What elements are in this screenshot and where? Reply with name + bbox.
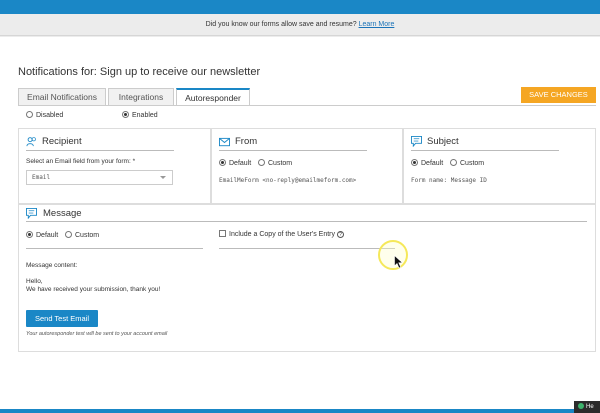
recipient-field-label: Select an Email field from your form: * [26,158,136,165]
notice-bar: Did you know our forms allow save and re… [0,14,600,36]
mouse-pointer-icon [394,255,404,269]
disabled-label: Disabled [36,112,64,119]
email-field-value: Email [32,174,51,181]
enabled-radio[interactable]: Enabled [122,111,158,119]
message-line-1: Hello, [26,278,43,285]
subject-custom-radio[interactable]: Custom [450,159,484,167]
message-custom-radio[interactable]: Custom [65,231,99,239]
tab-email-notifications[interactable]: Email Notifications [18,88,106,105]
from-custom-label: Custom [268,160,293,167]
message-custom-label: Custom [75,232,100,239]
radio-selected-icon [219,159,226,166]
subject-default-label: Default [421,160,444,167]
notifications-panel: Notifications for: Sign up to receive ou… [0,37,600,413]
message-line-2: We have received your submission, thank … [26,286,161,293]
users-icon [26,137,36,147]
status-dot-icon [578,403,584,409]
include-copy-label: Include a Copy of the User's Entry [229,231,335,238]
send-test-email-button[interactable]: Send Test Email [26,310,98,327]
recipient-underline [26,150,174,151]
recipient-title: Recipient [42,136,82,147]
subject-underline [411,150,559,151]
subject-title: Subject [427,136,459,147]
radio-selected-icon [411,159,418,166]
help-widget[interactable]: He [574,401,600,413]
envelope-icon [219,137,230,147]
from-custom-radio[interactable]: Custom [258,159,292,167]
tab-divider [18,105,596,106]
radio-icon [65,231,72,238]
tab-autoresponder[interactable]: Autoresponder [176,88,250,106]
checkbox-icon [219,230,226,237]
message-default-radio[interactable]: Default [26,231,58,239]
notice-text: Did you know our forms allow save and re… [205,21,357,28]
top-bar [0,0,600,14]
help-icon[interactable]: ? [337,231,344,238]
bottom-bar [0,409,600,413]
subject-value: Form name: Message ID [411,177,487,184]
message-default-label: Default [36,232,59,239]
from-default-radio[interactable]: Default [219,159,251,167]
radio-selected-icon [122,111,129,118]
email-field-select[interactable]: Email [26,170,173,185]
radio-icon [450,159,457,166]
from-title: From [235,136,258,147]
send-test-note: Your autoresponder test will be sent to … [26,331,168,337]
from-value: EmailMeForm <no-reply@emailmeform.com> [219,177,357,184]
save-changes-button[interactable]: SAVE CHANGES [521,87,596,103]
message-content-label: Message content: [26,262,78,269]
message-icon [26,208,37,219]
from-underline [219,150,367,151]
message-section [18,204,596,352]
from-default-label: Default [229,160,252,167]
message-options-underline [26,248,203,249]
enabled-label: Enabled [132,112,158,119]
help-widget-label: He [586,404,594,410]
chevron-down-icon [160,176,166,179]
radio-icon [258,159,265,166]
message-title: Message [43,208,82,219]
page-title: Notifications for: Sign up to receive ou… [18,66,261,78]
radio-icon [26,111,33,118]
include-copy-underline [219,248,395,249]
include-copy-checkbox[interactable]: Include a Copy of the User's Entry? [219,230,344,238]
subject-custom-label: Custom [460,160,485,167]
learn-more-link[interactable]: Learn More [359,21,395,28]
disabled-radio[interactable]: Disabled [26,111,63,119]
tab-integrations[interactable]: Integrations [108,88,174,105]
message-underline [26,221,587,222]
radio-selected-icon [26,231,33,238]
speech-bubble-icon [411,136,422,147]
subject-default-radio[interactable]: Default [411,159,443,167]
